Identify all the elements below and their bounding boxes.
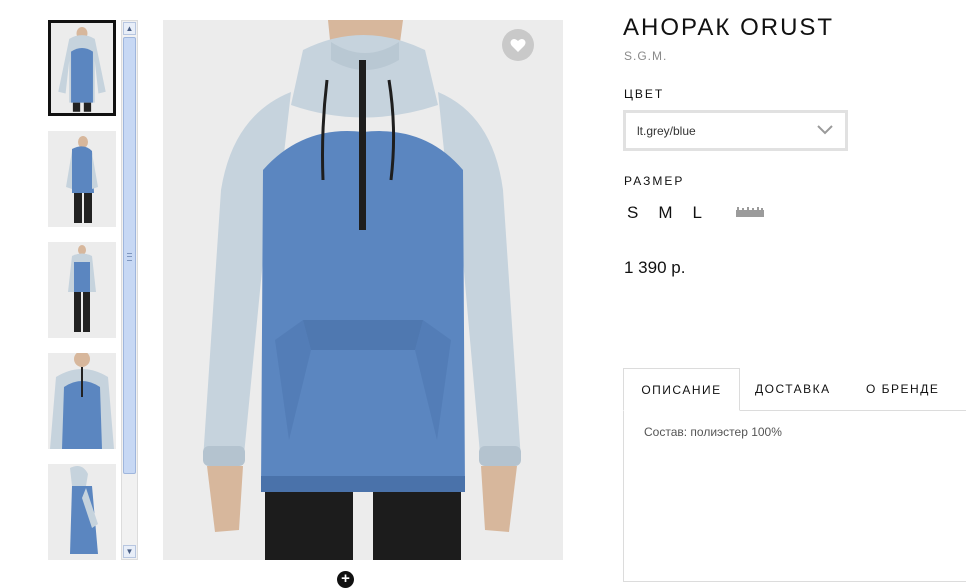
main-product-image[interactable] (163, 20, 563, 560)
tab-delivery[interactable]: ДОСТАВКА (755, 368, 831, 411)
thumbnail-image (48, 242, 116, 338)
tab-about-brand[interactable]: О БРЕНДЕ (866, 368, 940, 411)
color-label: ЦВЕТ (624, 87, 665, 101)
size-option-l[interactable]: L (693, 203, 702, 223)
size-options: S M L (627, 203, 722, 223)
thumbnail-scrollbar[interactable]: ▲ ▼ (121, 20, 138, 560)
size-option-m[interactable]: M (658, 203, 672, 223)
thumbnail-profile[interactable] (48, 464, 116, 560)
tab-description[interactable]: ОПИСАНИЕ (623, 368, 740, 411)
size-label: РАЗМЕР (624, 174, 685, 188)
thumbnail-image (48, 464, 116, 560)
thumbnail-full-length[interactable] (48, 242, 116, 338)
zoom-button[interactable]: + (337, 571, 354, 588)
thumbnail-image (51, 24, 113, 112)
product-title: АНОРАК ORUST (623, 14, 835, 41)
description-text: Состав: полиэстер 100% (644, 425, 782, 439)
thumbnail-side[interactable] (48, 131, 116, 227)
favorite-button[interactable] (502, 29, 534, 61)
product-price: 1 390 р. (624, 258, 686, 277)
heart-icon (510, 38, 526, 52)
size-option-s[interactable]: S (627, 203, 638, 223)
ruler-icon[interactable] (736, 206, 764, 217)
anorak-photo (163, 20, 563, 560)
chevron-down-icon (817, 125, 833, 135)
grip-icon (127, 253, 132, 261)
color-select-value: lt.grey/blue (637, 124, 696, 138)
thumbnail-front[interactable] (48, 20, 116, 116)
thumbnail-image (48, 353, 116, 449)
color-select[interactable]: lt.grey/blue (623, 110, 848, 151)
plus-circle-icon: + (341, 570, 350, 587)
product-brand[interactable]: S.G.M. (624, 49, 667, 63)
scrollbar-thumb[interactable] (123, 37, 136, 474)
scroll-up-icon[interactable]: ▲ (123, 22, 136, 35)
thumbnail-image (48, 131, 116, 227)
thumbnail-closeup[interactable] (48, 353, 116, 449)
scroll-down-icon[interactable]: ▼ (123, 545, 136, 558)
